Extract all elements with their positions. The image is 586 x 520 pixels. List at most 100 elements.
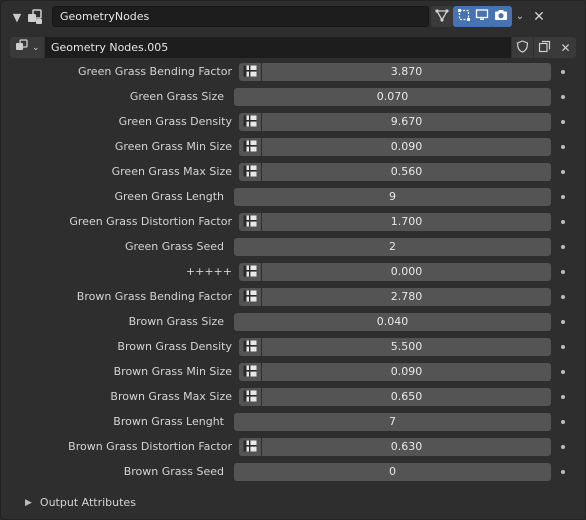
property-label: Green Grass Max Size [111,165,232,178]
keyframe-dot-icon[interactable] [561,395,565,399]
property-value-field[interactable]: 0.560 [262,163,551,181]
modifier-panel: ▼ GeometryNodes ⌄ ✕ ⌄ Geometry Nodes.005… [0,0,586,520]
spreadsheet-icon [243,115,257,130]
keyframe-dot-icon[interactable] [561,370,565,374]
use-attribute-toggle[interactable] [239,113,261,131]
modifier-header: ▼ GeometryNodes ⌄ ✕ [1,1,586,33]
property-row: Green Grass Length 9 [1,187,586,207]
shield-icon [516,39,529,56]
property-label: Brown Grass Bending Factor [76,290,232,303]
keyframe-dot-icon[interactable] [561,445,565,449]
property-row: Green Grass Bending Factor 3.870 [1,62,586,82]
keyframe-dot-icon[interactable] [561,320,565,324]
spreadsheet-icon [243,165,257,180]
property-label: Brown Grass Seed [123,465,224,478]
keyframe-dot-icon[interactable] [561,220,565,224]
property-value-field[interactable]: 0.000 [262,263,551,281]
use-attribute-toggle[interactable] [239,338,261,356]
property-value-field[interactable]: 2 [234,238,551,256]
keyframe-dot-icon[interactable] [561,70,565,74]
modifier-name-input[interactable]: GeometryNodes [52,6,429,27]
property-value-field[interactable]: 0.650 [262,388,551,406]
use-attribute-toggle[interactable] [239,388,261,406]
use-attribute-toggle[interactable] [239,63,261,81]
property-value-field[interactable]: 2.780 [262,288,551,306]
collapse-chevron-icon[interactable]: ▼ [9,9,25,25]
property-value-field[interactable]: 0 [234,463,551,481]
keyframe-dot-icon[interactable] [561,145,565,149]
property-row: +++++ 0.000 [1,262,586,282]
close-icon[interactable]: ✕ [530,8,548,26]
use-attribute-toggle[interactable] [239,213,261,231]
keyframe-dot-icon[interactable] [561,195,565,199]
browse-node-group-button[interactable]: ⌄ [10,37,44,58]
property-label: Green Grass Size [129,90,224,103]
property-row: Brown Grass Min Size 0.090 [1,362,586,382]
edit-mode-cage-button[interactable] [431,6,453,27]
keyframe-dot-icon[interactable] [561,470,565,474]
spreadsheet-icon [243,265,257,280]
use-attribute-toggle[interactable] [239,263,261,281]
keyframe-dot-icon[interactable] [561,270,565,274]
property-value-field[interactable]: 0.090 [262,363,551,381]
duplicate-node-group-button[interactable] [534,37,555,58]
keyframe-dot-icon[interactable] [561,345,565,349]
use-attribute-toggle[interactable] [239,288,261,306]
property-label: Brown Grass Min Size [113,365,232,378]
chevron-down-icon: ⌄ [32,42,40,53]
chevron-down-icon: ⌄ [515,11,525,22]
fake-user-button[interactable] [512,37,533,58]
node-group-name-input[interactable]: Geometry Nodes.005 [45,37,511,58]
keyframe-dot-icon[interactable] [561,420,565,424]
spreadsheet-icon [243,215,257,230]
property-label: Brown Grass Distortion Factor [68,440,232,453]
use-attribute-toggle[interactable] [239,363,261,381]
property-value-field[interactable]: 1.700 [262,213,551,231]
property-value-field[interactable]: 0.630 [262,438,551,456]
spreadsheet-icon [243,365,257,380]
keyframe-dot-icon[interactable] [561,295,565,299]
property-row: Brown Grass Bending Factor 2.780 [1,287,586,307]
keyframe-dot-icon[interactable] [561,95,565,99]
property-row: Brown Grass Size 0.040 [1,312,586,332]
render-toggle[interactable] [490,6,512,27]
property-row: Brown Grass Distortion Factor 0.630 [1,437,586,457]
output-attributes-section[interactable]: ▶ Output Attributes [25,494,136,512]
unlink-node-group-button[interactable]: ✕ [555,37,576,58]
property-label: Brown Grass Size [128,315,224,328]
property-label: Green Grass Seed [124,240,224,253]
property-value-field[interactable]: 9.670 [262,113,551,131]
modifier-extras-dropdown[interactable]: ⌄ [510,6,530,27]
keyframe-dot-icon[interactable] [561,120,565,124]
property-value-field[interactable]: 5.500 [262,338,551,356]
property-row: Green Grass Distortion Factor 1.700 [1,212,586,232]
property-value-field[interactable]: 7 [234,413,551,431]
use-attribute-toggle[interactable] [239,138,261,156]
output-attributes-label: Output Attributes [39,496,136,509]
chevron-right-icon: ▶ [25,498,32,508]
spreadsheet-icon [243,340,257,355]
property-row: Green Grass Seed 2 [1,237,586,257]
spreadsheet-icon [243,390,257,405]
use-attribute-toggle[interactable] [239,163,261,181]
property-value-field[interactable]: 3.870 [262,63,551,81]
property-value-field[interactable]: 0.070 [234,88,551,106]
property-value-field[interactable]: 0.040 [234,313,551,331]
spreadsheet-icon [243,440,257,455]
property-value-field[interactable]: 0.090 [262,138,551,156]
property-label: Green Grass Bending Factor [78,65,232,78]
property-row: Brown Grass Seed 0 [1,462,586,482]
use-attribute-toggle[interactable] [239,438,261,456]
camera-icon [494,8,508,25]
property-label: Brown Grass Max Size [110,390,232,403]
keyframe-dot-icon[interactable] [561,170,565,174]
keyframe-dot-icon[interactable] [561,245,565,249]
vertex-triangle-icon [435,8,449,25]
monitor-icon [475,8,489,25]
property-row: Green Grass Max Size 0.560 [1,162,586,182]
property-label: +++++ [185,265,232,278]
property-label: Green Grass Min Size [114,140,232,153]
spreadsheet-icon [243,140,257,155]
property-label: Green Grass Length [114,190,225,203]
property-value-field[interactable]: 9 [234,188,551,206]
